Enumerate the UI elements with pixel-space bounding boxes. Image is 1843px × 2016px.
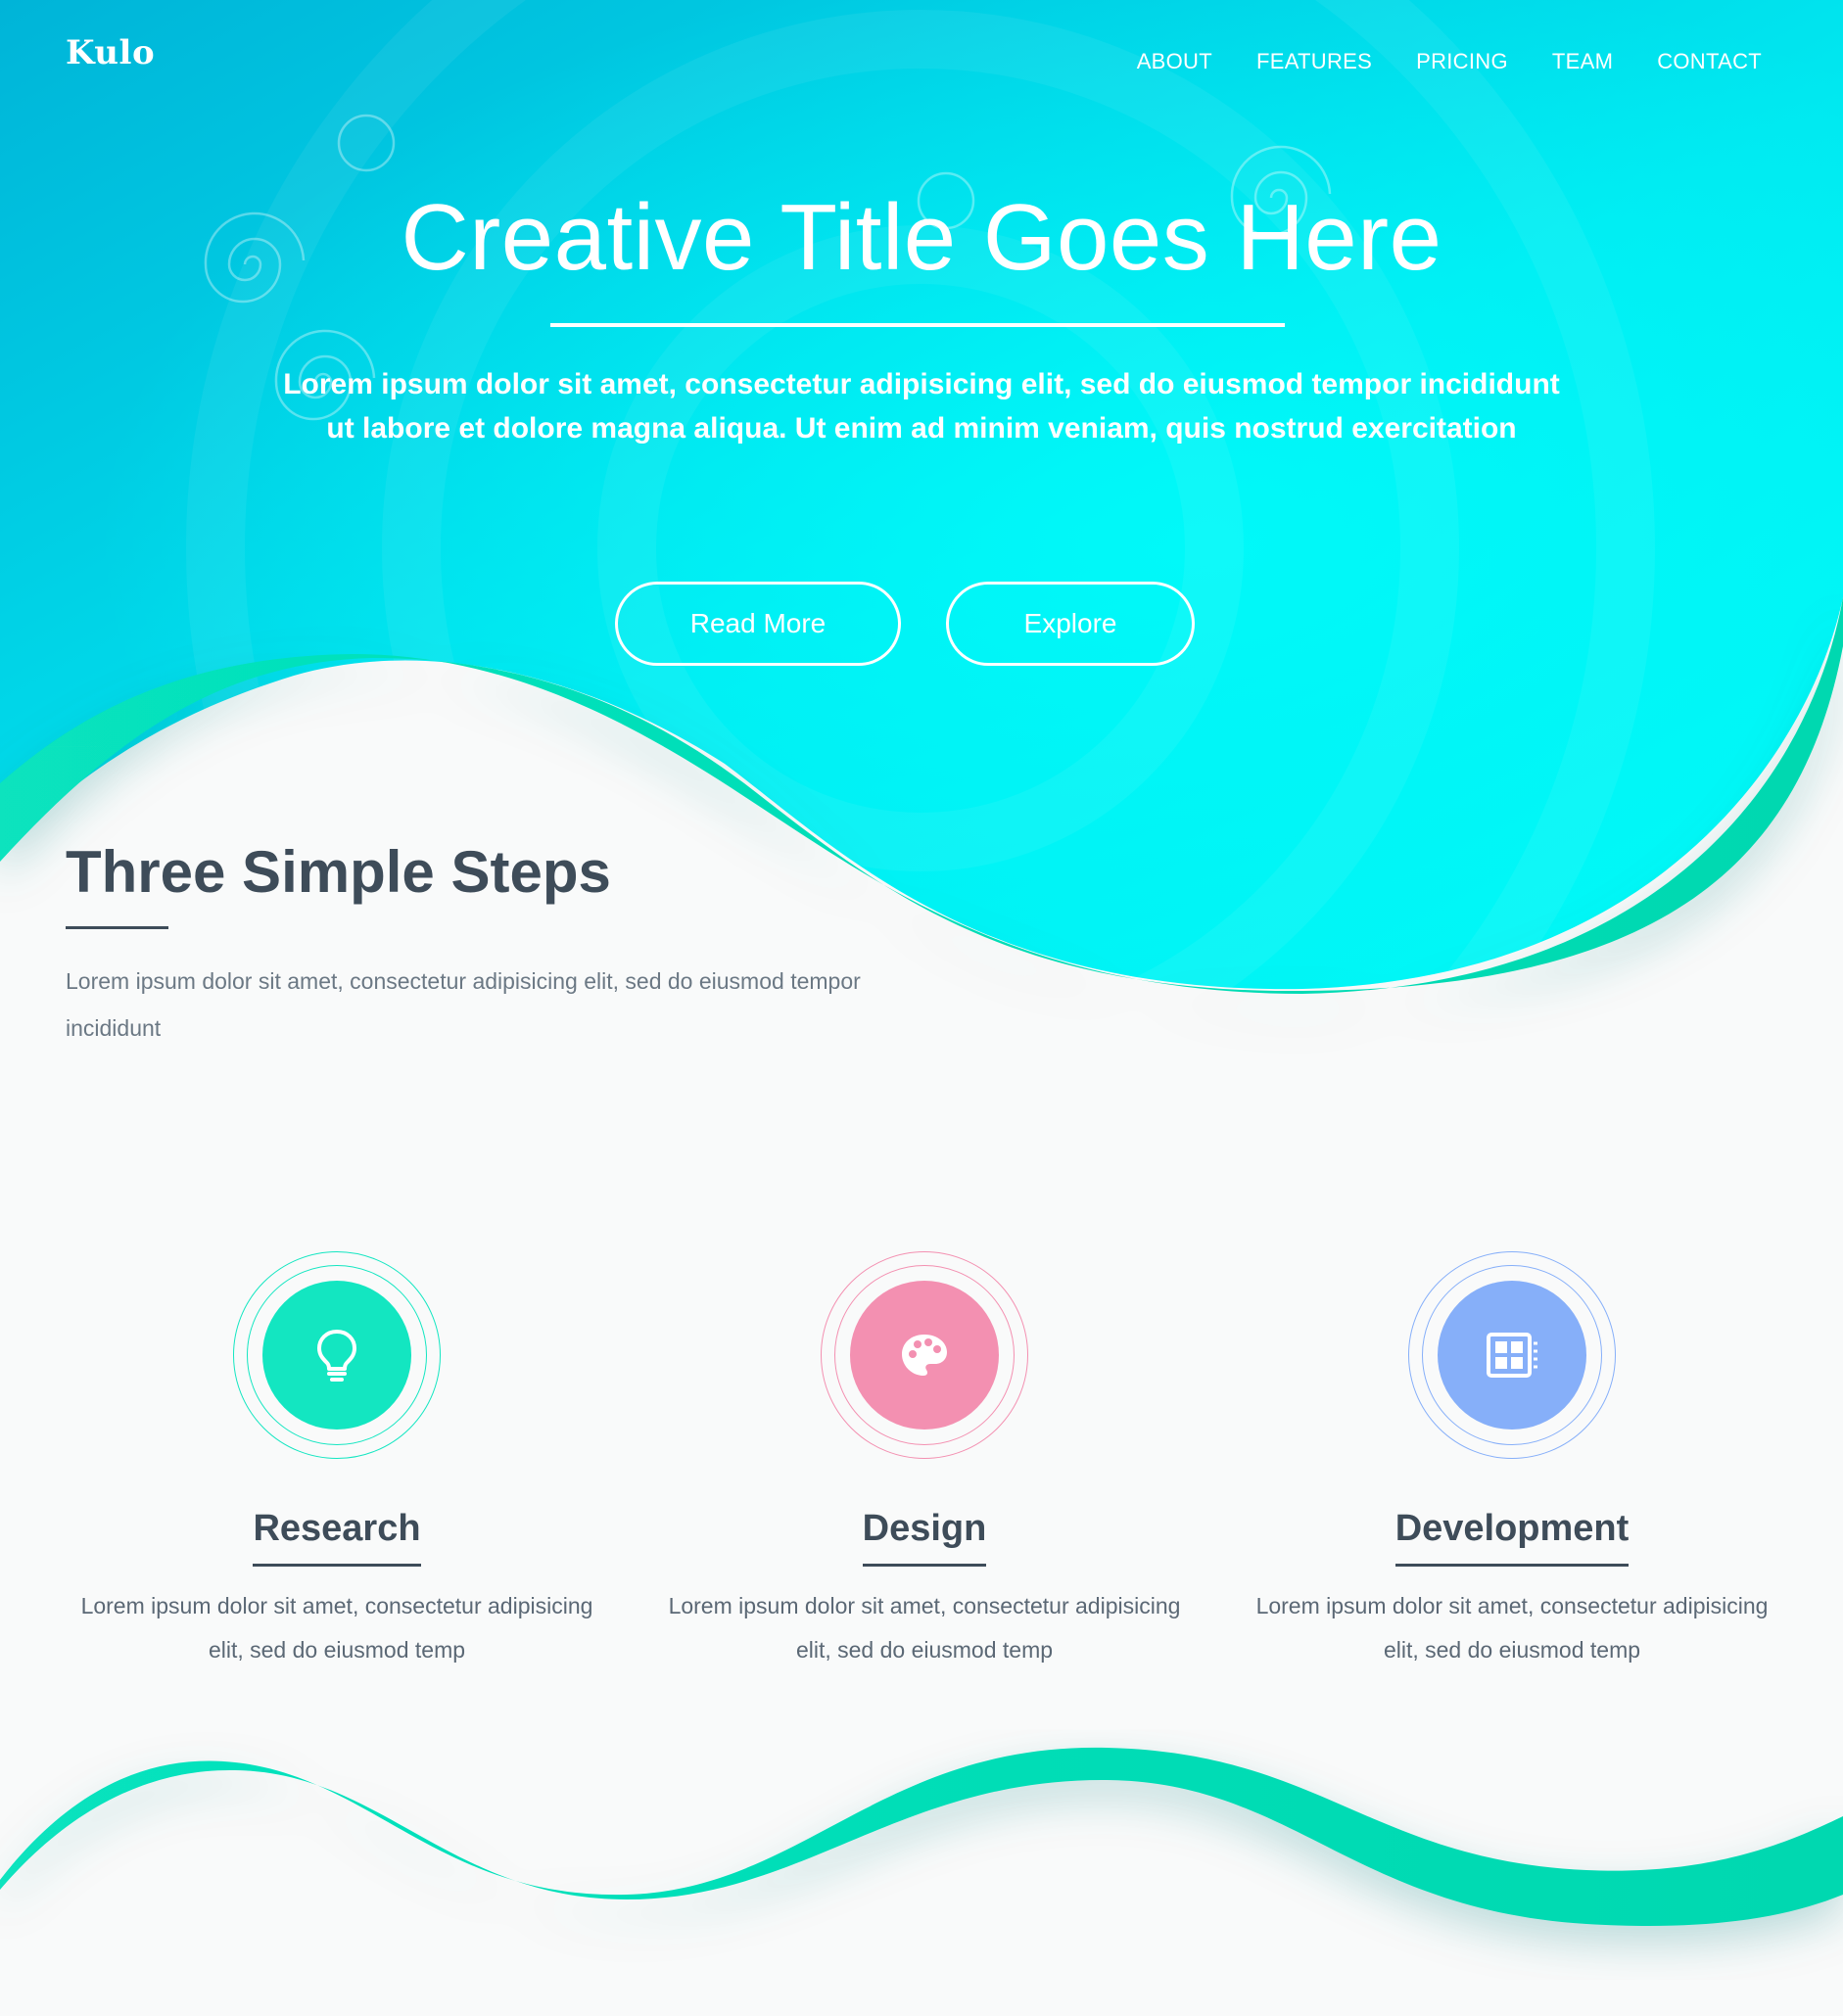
nav-item-team[interactable]: TEAM [1552,49,1613,74]
step-icon-badge [1408,1251,1616,1459]
hero-subtitle: Lorem ipsum dolor sit amet, consectetur … [283,368,1560,445]
steps-section-divider [66,926,168,929]
nav-item-about[interactable]: ABOUT [1137,49,1212,74]
nav-item-contact[interactable]: CONTACT [1657,49,1762,74]
step-title: Research [253,1508,421,1567]
step-card-design: Design Lorem ipsum dolor sit amet, conse… [631,1251,1218,1672]
step-description: Lorem ipsum dolor sit amet, consectetur … [668,1593,1181,1663]
explore-button[interactable]: Explore [946,582,1195,666]
lightbulb-icon [317,1330,356,1382]
step-description: Lorem ipsum dolor sit amet, consectetur … [1255,1593,1769,1663]
steps-section-title: Three Simple Steps [66,839,611,905]
step-card-research: Research Lorem ipsum dolor sit amet, con… [43,1251,631,1672]
hero-title: Creative Title Goes Here [401,185,1442,290]
bottom-wave [0,1747,1843,1926]
palette-icon [902,1335,947,1376]
main-nav: ABOUT FEATURES PRICING TEAM CONTACT [1093,49,1762,74]
layout-icon [1487,1333,1537,1378]
step-icon-badge [821,1251,1028,1459]
read-more-button[interactable]: Read More [615,582,901,666]
step-description: Lorem ipsum dolor sit amet, consectetur … [80,1593,593,1663]
step-title: Design [862,1508,987,1567]
nav-item-features[interactable]: FEATURES [1256,49,1372,74]
step-icon-badge [233,1251,441,1459]
hero-divider [550,323,1285,327]
steps-section-subtitle: Lorem ipsum dolor sit amet, consectetur … [66,968,861,1041]
step-title: Development [1394,1508,1630,1567]
brand-logo[interactable]: Kulo [66,33,155,72]
step-card-development: Development Lorem ipsum dolor sit amet, … [1218,1251,1806,1672]
nav-item-pricing[interactable]: PRICING [1416,49,1508,74]
